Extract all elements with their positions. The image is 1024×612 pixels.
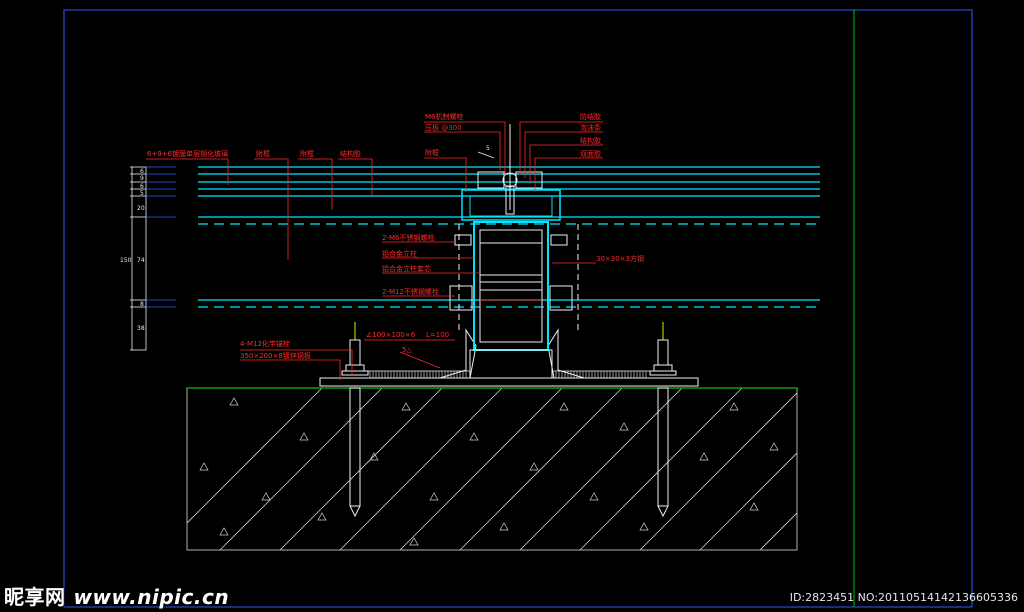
label-top-right-4: 双面胶 [580, 149, 601, 158]
label-chem-anchor: 4-M12化学锚栓 [240, 339, 290, 348]
label-plate-top: 压板 @300 [425, 123, 462, 132]
dim-5: 5 [140, 190, 144, 197]
dim-6a: 6 [140, 168, 144, 175]
label-l3: 结构胶 [340, 149, 361, 158]
label-weld-5: 5△ [402, 346, 412, 354]
aluminium-column [458, 189, 579, 379]
label-weld-dim: 5 [486, 145, 490, 152]
watermark-logo: 昵享网 [4, 585, 66, 609]
label-alu-column: 铝合金立柱 [382, 249, 417, 258]
dim-38: 38 [137, 325, 145, 332]
base-plate [319, 377, 699, 387]
label-subframe: 附框 [425, 148, 439, 157]
dim-6b: 6 [140, 183, 144, 190]
label-bolt-m6: 2-M6不锈钢螺栓 [382, 233, 434, 242]
frame-border [63, 9, 973, 608]
dim-total: 150 [120, 257, 132, 264]
label-angle-len: L=100 [426, 331, 449, 339]
bolt-heads [449, 234, 573, 311]
label-top-right-3: 结构胶 [580, 136, 601, 145]
label-bolt-top: M6机制螺栓 [425, 112, 464, 121]
label-l2: 附框 [300, 149, 314, 158]
concrete-base [186, 387, 798, 551]
weld-dim-arrow [477, 151, 495, 159]
label-l1: 附框 [256, 149, 270, 158]
label-steel-tube: 30×30×3方钢 [596, 254, 644, 263]
label-top-right-2: 泡沫条 [580, 123, 601, 132]
panel-lines [198, 166, 820, 308]
anchor-bolt-left [341, 322, 369, 518]
dim-74: 74 [137, 257, 145, 264]
label-top-right-1: 防结胶 [580, 112, 601, 121]
dim-8: 8 [140, 301, 144, 308]
watermark-url: www.nipic.cn [73, 585, 230, 609]
label-angle: ∠100×100×6 [366, 331, 416, 339]
label-alu-sleeve: 铝合金立柱套芯 [382, 264, 431, 273]
leader-lines [146, 121, 603, 380]
label-glass: 6+9+6镀膜单层钢化玻璃 [147, 149, 228, 158]
cap-detail [477, 124, 543, 215]
image-id: ID:2823451 NO:20110514142136605336 [789, 591, 1018, 604]
dim-20: 20 [137, 205, 145, 212]
dim-9: 9 [140, 175, 144, 182]
anchor-bolt-right [649, 322, 677, 518]
label-steel-plate: 350×200×8镀锌钢板 [240, 351, 311, 360]
cad-drawing: 6 9 6 5 20 74 8 38 150 6+9+6镀膜单层钢化玻璃 附框 … [63, 9, 973, 608]
watermark: 昵享网 www.nipic.cn [4, 581, 229, 610]
label-bolt-m12: 2-M12不锈钢螺栓 [382, 287, 439, 296]
